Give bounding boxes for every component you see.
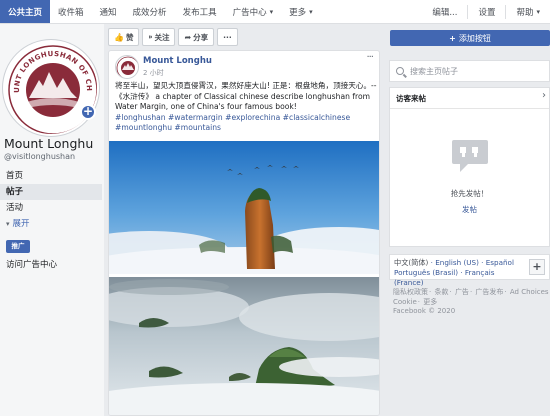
post-author-name[interactable]: Mount Longhu xyxy=(143,56,212,66)
visit-ad-center-link[interactable]: 访问广告中心 xyxy=(6,258,57,270)
plus-icon: + xyxy=(449,33,456,43)
like-button[interactable]: 👍 赞 xyxy=(108,28,140,46)
post-photo-sea-of-clouds[interactable] xyxy=(109,277,379,415)
post-photo-peak[interactable] xyxy=(109,141,379,274)
share-button[interactable]: ➦ 分享 xyxy=(178,28,215,46)
add-button[interactable]: + 添加按钮 xyxy=(390,30,550,46)
footer-link[interactable]: 广告发布 xyxy=(475,288,503,296)
page-profile-picture[interactable]: MOUNT LONGHUSHAN OF CHINA xyxy=(3,40,99,136)
nav-item-home[interactable]: 首页 xyxy=(0,168,102,184)
language-list: 中文(简体) · English (US) · Español Portuguê… xyxy=(394,258,514,287)
page-title[interactable]: Mount Longhu xyxy=(4,136,93,151)
page-nav: 首页 帖子 活动 展开 xyxy=(0,168,102,232)
add-photo-icon[interactable]: + xyxy=(80,104,96,120)
add-button-label: 添加按钮 xyxy=(458,33,491,43)
help-button[interactable]: 帮助 xyxy=(506,6,550,18)
write-post-link[interactable]: 发帖 xyxy=(390,204,549,215)
visitor-posts-card: 访客来帖 › 抢先发帖！ 发帖 xyxy=(389,87,550,247)
tab-insights[interactable]: 成效分析 xyxy=(125,0,175,23)
share-icon: ➦ xyxy=(184,32,192,42)
post-options-icon[interactable]: ··· xyxy=(366,52,373,63)
current-language: 中文(简体) xyxy=(394,258,429,267)
language-link[interactable]: Português (Brasil) xyxy=(394,268,458,277)
nav-item-posts[interactable]: 帖子 xyxy=(0,184,102,200)
visitor-posts-title: 访客来帖 xyxy=(396,94,426,103)
follow-label: 关注 xyxy=(154,32,170,42)
tab-inbox[interactable]: 收件箱 xyxy=(50,0,92,23)
page-username[interactable]: @visitlonghushan xyxy=(4,152,75,161)
footer-link[interactable]: Cookie xyxy=(393,298,417,306)
mount-longhushan-logo-small xyxy=(116,56,138,78)
rss-icon: ⁍ xyxy=(148,32,153,42)
mountain-peak-image xyxy=(109,141,379,274)
footer-link[interactable]: 隐私权政策 xyxy=(393,288,428,296)
nav-see-more[interactable]: 展开 xyxy=(0,216,102,232)
search-icon xyxy=(396,67,404,75)
topbar-right: 编辑... 设置 帮助 xyxy=(422,0,550,23)
cloud-mountains-image xyxy=(109,277,379,415)
tab-notifications[interactable]: 通知 xyxy=(92,0,125,23)
post-author-avatar[interactable] xyxy=(115,55,139,79)
mount-longhushan-logo: MOUNT LONGHUSHAN OF CHINA xyxy=(5,42,97,134)
speech-bubble-icon xyxy=(452,140,488,172)
footer-link[interactable]: 广告 xyxy=(455,288,469,296)
top-nav-bar: 公共主页 收件箱 通知 成效分析 发布工具 广告中心 更多 编辑... 设置 帮… xyxy=(0,0,550,24)
page-action-bar: 👍 赞 ⁍ 关注 ➦ 分享 ··· xyxy=(108,28,380,46)
settings-button[interactable]: 设置 xyxy=(468,6,505,18)
post-card: Mount Longhu 2 小时 ··· 将至半山，望见大顶直侵霄汉，果然好座… xyxy=(108,50,380,416)
copyright: Facebook © 2020 xyxy=(393,307,456,315)
language-link[interactable]: English (US) xyxy=(435,258,479,267)
footer-link[interactable]: 条款 xyxy=(434,288,448,296)
thumbs-up-icon: 👍 xyxy=(114,32,124,42)
like-label: 赞 xyxy=(125,32,134,42)
empty-state-text: 抢先发帖！ xyxy=(450,189,489,198)
page-footer: 隐私权政策· 条款· 广告· 广告发布· Ad Choices Cookie· … xyxy=(393,288,549,315)
post-timestamp[interactable]: 2 小时 xyxy=(143,68,164,78)
promote-button[interactable]: 推广 xyxy=(6,240,30,253)
language-link[interactable]: Español xyxy=(486,258,514,267)
tab-ad-center[interactable]: 广告中心 xyxy=(225,0,282,23)
tab-page[interactable]: 公共主页 xyxy=(0,0,51,23)
footer-link[interactable]: 更多 xyxy=(423,298,437,306)
more-languages-button[interactable]: + xyxy=(529,259,545,275)
tab-publishing-tools[interactable]: 发布工具 xyxy=(175,0,225,23)
share-label: 分享 xyxy=(193,32,209,42)
left-sidebar: MOUNT LONGHUSHAN OF CHINA + Mount Longhu… xyxy=(0,24,104,416)
search-placeholder: 搜索主页帖子 xyxy=(410,66,458,76)
post-body: 将至半山，望见大顶直侵霄汉，果然好座大山! 正是：根盘地角，顶接天心。-- 《水… xyxy=(115,81,377,134)
post-hashtags[interactable]: #longhushan #watermargin #explorechina #… xyxy=(115,113,350,133)
follow-button[interactable]: ⁍ 关注 xyxy=(142,28,176,46)
more-actions-button[interactable]: ··· xyxy=(217,28,238,46)
nav-item-events[interactable]: 活动 xyxy=(0,200,102,216)
footer-link[interactable]: Ad Choices xyxy=(510,288,549,296)
tab-more[interactable]: 更多 xyxy=(281,0,321,23)
card-divider xyxy=(390,108,549,109)
language-card: 中文(简体) · English (US) · Español Portuguê… xyxy=(389,254,550,287)
post-text: 将至半山，望见大顶直侵霄汉，果然好座大山! 正是：根盘地角，顶接天心。-- 《水… xyxy=(115,81,377,111)
post-search-box[interactable]: 搜索主页帖子 xyxy=(389,60,550,82)
edit-page-info-button[interactable]: 编辑... xyxy=(422,6,467,18)
chevron-right-icon[interactable]: › xyxy=(542,90,546,101)
